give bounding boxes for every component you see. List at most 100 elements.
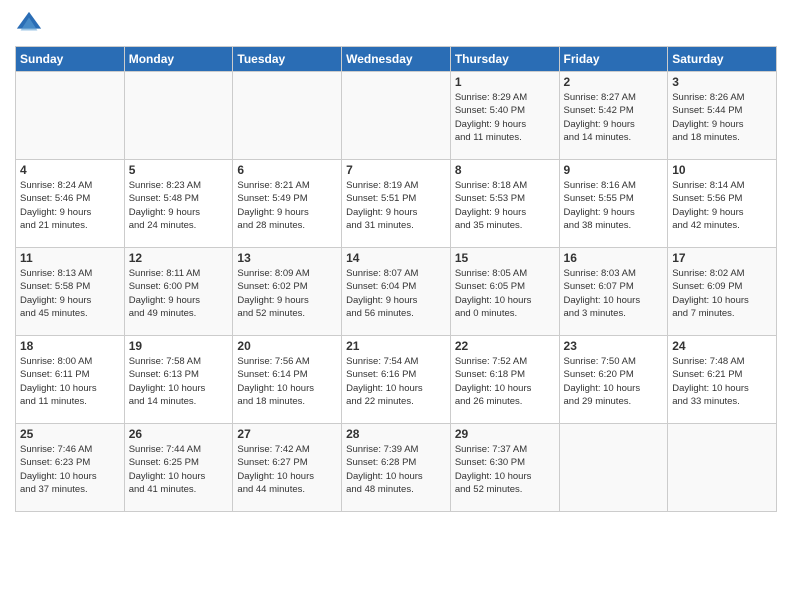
day-info: Sunrise: 7:39 AM Sunset: 6:28 PM Dayligh… <box>346 443 446 496</box>
day-info: Sunrise: 8:03 AM Sunset: 6:07 PM Dayligh… <box>564 267 664 320</box>
day-number: 29 <box>455 427 555 441</box>
day-info: Sunrise: 8:13 AM Sunset: 5:58 PM Dayligh… <box>20 267 120 320</box>
day-number: 7 <box>346 163 446 177</box>
day-cell: 25 Sunrise: 7:46 AM Sunset: 6:23 PM Dayli… <box>16 424 125 512</box>
day-number: 25 <box>20 427 120 441</box>
day-info: Sunrise: 8:09 AM Sunset: 6:02 PM Dayligh… <box>237 267 337 320</box>
day-cell: 5 Sunrise: 8:23 AM Sunset: 5:48 PM Daylig… <box>124 160 233 248</box>
day-info: Sunrise: 7:56 AM Sunset: 6:14 PM Dayligh… <box>237 355 337 408</box>
day-number: 16 <box>564 251 664 265</box>
calendar-body: 1 Sunrise: 8:29 AM Sunset: 5:40 PM Daylig… <box>16 72 777 512</box>
day-info: Sunrise: 7:50 AM Sunset: 6:20 PM Dayligh… <box>564 355 664 408</box>
day-info: Sunrise: 7:48 AM Sunset: 6:21 PM Dayligh… <box>672 355 772 408</box>
day-cell: 26 Sunrise: 7:44 AM Sunset: 6:25 PM Dayli… <box>124 424 233 512</box>
day-info: Sunrise: 8:07 AM Sunset: 6:04 PM Dayligh… <box>346 267 446 320</box>
day-info: Sunrise: 8:27 AM Sunset: 5:42 PM Dayligh… <box>564 91 664 144</box>
day-cell <box>124 72 233 160</box>
day-number: 8 <box>455 163 555 177</box>
day-cell: 10 Sunrise: 8:14 AM Sunset: 5:56 PM Dayli… <box>668 160 777 248</box>
day-cell <box>16 72 125 160</box>
day-cell: 2Sunrise: 8:27 AM Sunset: 5:42 PM Daylig… <box>559 72 668 160</box>
day-info: Sunrise: 8:21 AM Sunset: 5:49 PM Dayligh… <box>237 179 337 232</box>
header-cell-monday: Monday <box>124 47 233 72</box>
calendar-table: SundayMondayTuesdayWednesdayThursdayFrid… <box>15 46 777 512</box>
day-cell: 13 Sunrise: 8:09 AM Sunset: 6:02 PM Dayli… <box>233 248 342 336</box>
day-cell: 20 Sunrise: 7:56 AM Sunset: 6:14 PM Dayli… <box>233 336 342 424</box>
page: SundayMondayTuesdayWednesdayThursdayFrid… <box>0 0 792 522</box>
week-row-3: 18 Sunrise: 8:00 AM Sunset: 6:11 PM Dayli… <box>16 336 777 424</box>
day-cell: 8 Sunrise: 8:18 AM Sunset: 5:53 PM Daylig… <box>450 160 559 248</box>
week-row-0: 1 Sunrise: 8:29 AM Sunset: 5:40 PM Daylig… <box>16 72 777 160</box>
calendar-header: SundayMondayTuesdayWednesdayThursdayFrid… <box>16 47 777 72</box>
day-number: 6 <box>237 163 337 177</box>
day-number: 22 <box>455 339 555 353</box>
header-cell-wednesday: Wednesday <box>342 47 451 72</box>
day-cell: 28 Sunrise: 7:39 AM Sunset: 6:28 PM Dayli… <box>342 424 451 512</box>
day-cell: 29 Sunrise: 7:37 AM Sunset: 6:30 PM Dayli… <box>450 424 559 512</box>
day-info: Sunrise: 7:44 AM Sunset: 6:25 PM Dayligh… <box>129 443 229 496</box>
header-cell-tuesday: Tuesday <box>233 47 342 72</box>
day-cell: 27 Sunrise: 7:42 AM Sunset: 6:27 PM Dayli… <box>233 424 342 512</box>
day-cell: 6 Sunrise: 8:21 AM Sunset: 5:49 PM Daylig… <box>233 160 342 248</box>
day-number: 21 <box>346 339 446 353</box>
day-info: Sunrise: 7:37 AM Sunset: 6:30 PM Dayligh… <box>455 443 555 496</box>
day-info: Sunrise: 7:42 AM Sunset: 6:27 PM Dayligh… <box>237 443 337 496</box>
day-info: Sunrise: 8:16 AM Sunset: 5:55 PM Dayligh… <box>564 179 664 232</box>
day-info: Sunrise: 8:18 AM Sunset: 5:53 PM Dayligh… <box>455 179 555 232</box>
day-info: Sunrise: 8:05 AM Sunset: 6:05 PM Dayligh… <box>455 267 555 320</box>
header-cell-saturday: Saturday <box>668 47 777 72</box>
logo-icon <box>15 10 43 38</box>
day-cell: 24 Sunrise: 7:48 AM Sunset: 6:21 PM Dayli… <box>668 336 777 424</box>
day-cell: 16 Sunrise: 8:03 AM Sunset: 6:07 PM Dayli… <box>559 248 668 336</box>
day-cell: 19Sunrise: 7:58 AM Sunset: 6:13 PM Dayli… <box>124 336 233 424</box>
day-number: 24 <box>672 339 772 353</box>
day-cell <box>559 424 668 512</box>
day-info: Sunrise: 8:29 AM Sunset: 5:40 PM Dayligh… <box>455 91 555 144</box>
header <box>15 10 777 38</box>
logo <box>15 10 45 38</box>
day-number: 28 <box>346 427 446 441</box>
day-number: 1 <box>455 75 555 89</box>
day-info: Sunrise: 8:19 AM Sunset: 5:51 PM Dayligh… <box>346 179 446 232</box>
day-number: 3 <box>672 75 772 89</box>
day-cell <box>668 424 777 512</box>
day-cell: 14 Sunrise: 8:07 AM Sunset: 6:04 PM Dayli… <box>342 248 451 336</box>
day-info: Sunrise: 7:54 AM Sunset: 6:16 PM Dayligh… <box>346 355 446 408</box>
day-cell: 18 Sunrise: 8:00 AM Sunset: 6:11 PM Dayli… <box>16 336 125 424</box>
day-cell: 11 Sunrise: 8:13 AM Sunset: 5:58 PM Dayli… <box>16 248 125 336</box>
day-number: 14 <box>346 251 446 265</box>
day-info: Sunrise: 8:23 AM Sunset: 5:48 PM Dayligh… <box>129 179 229 232</box>
day-number: 5 <box>129 163 229 177</box>
day-number: 27 <box>237 427 337 441</box>
day-number: 17 <box>672 251 772 265</box>
day-cell <box>342 72 451 160</box>
header-cell-thursday: Thursday <box>450 47 559 72</box>
day-info: Sunrise: 7:58 AM Sunset: 6:13 PM Dayligh… <box>129 355 229 408</box>
day-info: Sunrise: 7:46 AM Sunset: 6:23 PM Dayligh… <box>20 443 120 496</box>
day-number: 9 <box>564 163 664 177</box>
day-number: 20 <box>237 339 337 353</box>
day-number: 15 <box>455 251 555 265</box>
day-cell <box>233 72 342 160</box>
day-cell: 7 Sunrise: 8:19 AM Sunset: 5:51 PM Daylig… <box>342 160 451 248</box>
day-number: 13 <box>237 251 337 265</box>
day-cell: 12Sunrise: 8:11 AM Sunset: 6:00 PM Dayli… <box>124 248 233 336</box>
day-info: Sunrise: 8:14 AM Sunset: 5:56 PM Dayligh… <box>672 179 772 232</box>
day-cell: 23 Sunrise: 7:50 AM Sunset: 6:20 PM Dayli… <box>559 336 668 424</box>
header-row: SundayMondayTuesdayWednesdayThursdayFrid… <box>16 47 777 72</box>
day-info: Sunrise: 7:52 AM Sunset: 6:18 PM Dayligh… <box>455 355 555 408</box>
day-cell: 1 Sunrise: 8:29 AM Sunset: 5:40 PM Daylig… <box>450 72 559 160</box>
day-number: 18 <box>20 339 120 353</box>
header-cell-friday: Friday <box>559 47 668 72</box>
day-number: 10 <box>672 163 772 177</box>
day-cell: 9 Sunrise: 8:16 AM Sunset: 5:55 PM Daylig… <box>559 160 668 248</box>
day-cell: 17Sunrise: 8:02 AM Sunset: 6:09 PM Dayli… <box>668 248 777 336</box>
day-number: 26 <box>129 427 229 441</box>
day-info: Sunrise: 8:00 AM Sunset: 6:11 PM Dayligh… <box>20 355 120 408</box>
day-cell: 15 Sunrise: 8:05 AM Sunset: 6:05 PM Dayli… <box>450 248 559 336</box>
week-row-1: 4Sunrise: 8:24 AM Sunset: 5:46 PM Daylig… <box>16 160 777 248</box>
day-number: 23 <box>564 339 664 353</box>
day-info: Sunrise: 8:26 AM Sunset: 5:44 PM Dayligh… <box>672 91 772 144</box>
day-number: 11 <box>20 251 120 265</box>
day-info: Sunrise: 8:11 AM Sunset: 6:00 PM Dayligh… <box>129 267 229 320</box>
